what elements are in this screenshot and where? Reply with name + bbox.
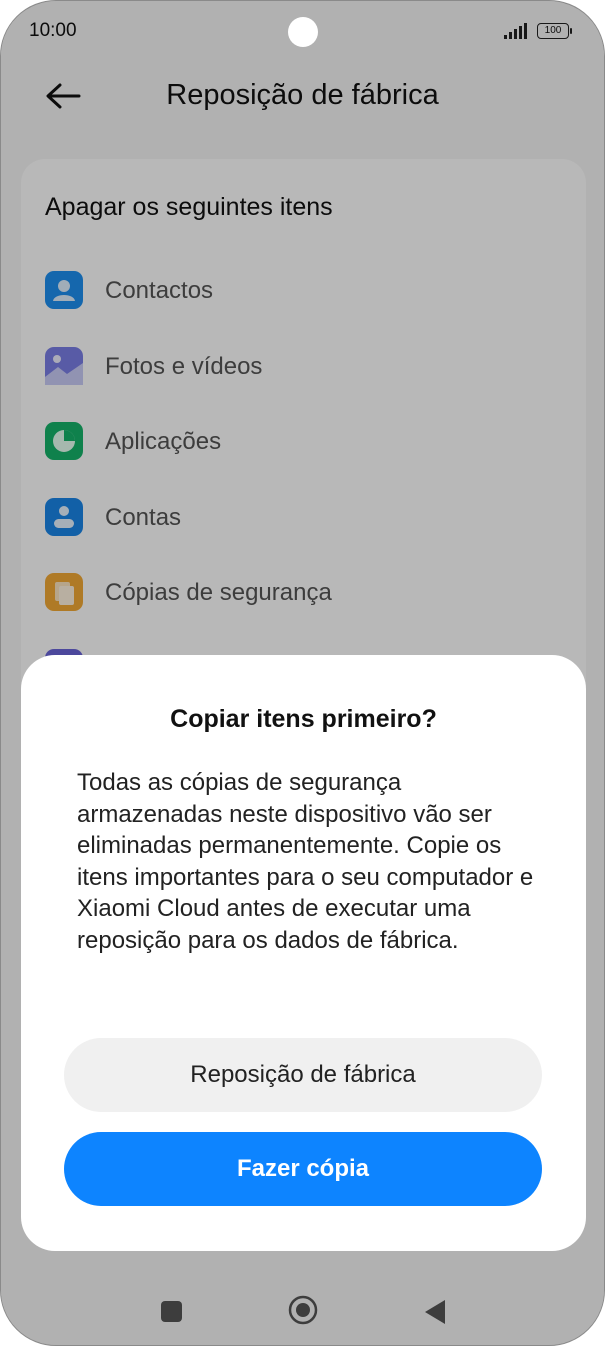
factory-reset-button[interactable]: Reposição de fábrica — [64, 1038, 542, 1112]
dialog-title: Copiar itens primeiro? — [170, 705, 437, 733]
phone-screen: 10:00 100 Reposição de fábrica Apagar os… — [0, 0, 605, 1346]
front-camera — [288, 17, 318, 47]
make-backup-button[interactable]: Fazer cópia — [64, 1132, 542, 1206]
dialog-message: Todas as cópias de segurança armazenadas… — [77, 769, 534, 954]
backup-dialog: Copiar itens primeiro? Todas as cópias d… — [21, 655, 586, 1251]
